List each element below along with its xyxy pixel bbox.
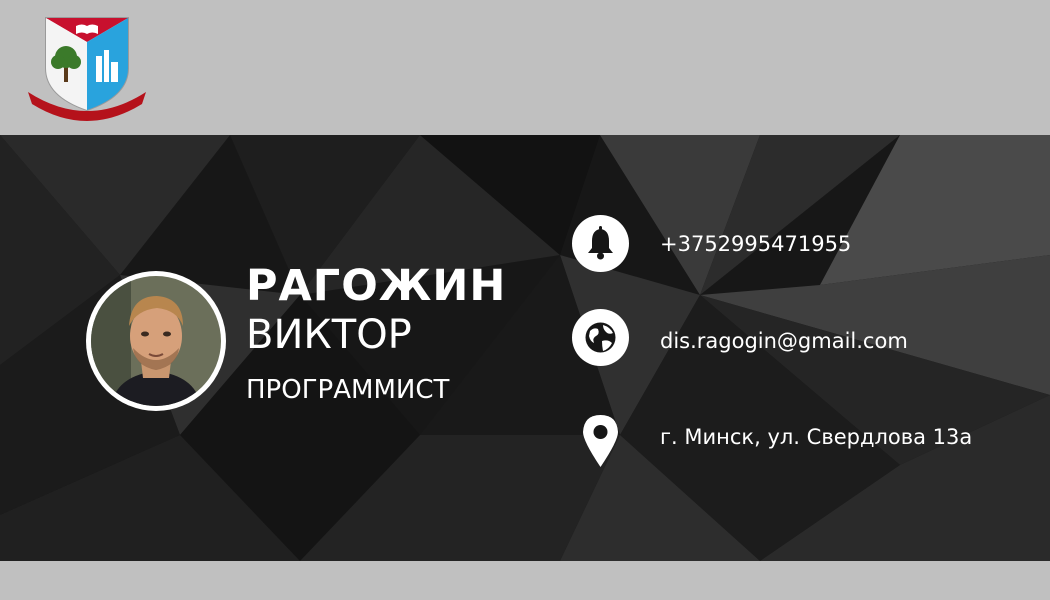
first-name: ВИКТОР	[246, 312, 412, 358]
card-panel: РАГОЖИН ВИКТОР ПРОГРАММИСТ +375299547195…	[0, 135, 1050, 561]
person-portrait-icon	[91, 276, 221, 406]
bell-icon	[572, 215, 629, 272]
surname: РАГОЖИН	[246, 261, 507, 311]
location-pin-icon	[583, 415, 618, 467]
job-title: ПРОГРАММИСТ	[246, 375, 450, 405]
top-band	[0, 0, 1050, 135]
university-crest-icon	[28, 17, 146, 121]
phone-number[interactable]: +3752995471955	[660, 230, 851, 258]
globe-icon	[572, 309, 629, 366]
business-card-page: РАГОЖИН ВИКТОР ПРОГРАММИСТ +375299547195…	[0, 0, 1050, 600]
street-address: г. Минск, ул. Свердлова 13а	[660, 425, 973, 449]
profile-photo	[86, 271, 226, 411]
bottom-band	[0, 561, 1050, 600]
email-address[interactable]: dis.ragogin@gmail.com	[660, 327, 908, 355]
